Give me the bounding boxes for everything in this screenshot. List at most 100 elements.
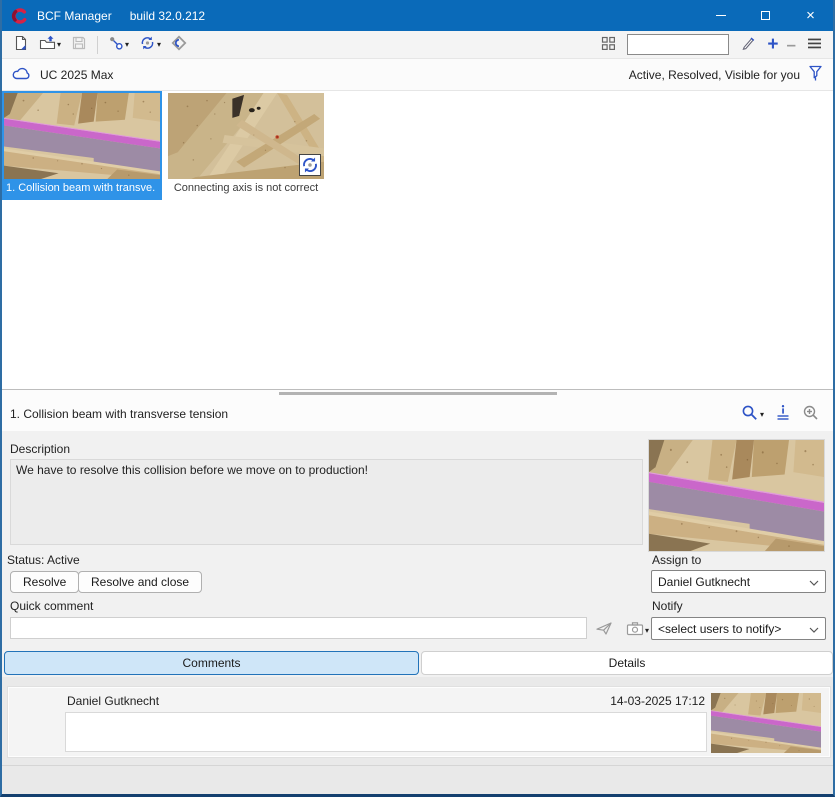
sync-rotate-icon	[139, 35, 156, 54]
topic-header: 1. Collision beam with transverse tensio…	[2, 397, 833, 431]
quick-comment-actions: ▾	[592, 619, 652, 641]
panel-splitter[interactable]	[2, 389, 833, 397]
tab-details[interactable]: Details	[421, 651, 833, 675]
toolbar-right-group: + –	[598, 33, 825, 56]
topic-thumbnail-list: 1. Collision beam with transve. Connecti…	[2, 91, 833, 389]
open-dropdown-icon[interactable]: ▾	[57, 40, 61, 49]
pencil-icon	[740, 35, 756, 54]
topic-header-icons: ▾	[740, 403, 821, 426]
app-title: BCF Manager	[37, 9, 112, 23]
window-controls: ×	[698, 0, 833, 31]
resolve-button[interactable]: Resolve	[10, 571, 79, 593]
quick-comment-input[interactable]	[10, 617, 587, 639]
tab-comments-label: Comments	[182, 656, 240, 670]
grid-view-icon	[601, 36, 616, 54]
save-icon	[71, 35, 87, 54]
comment-viewpoint-thumbnail[interactable]	[711, 693, 821, 753]
resolve-and-close-button[interactable]: Resolve and close	[78, 571, 202, 593]
open-bcf-button[interactable]: ▾	[36, 33, 64, 56]
topic-thumbnail-collision	[4, 93, 160, 179]
topic-item-collision[interactable]: 1. Collision beam with transve.	[4, 93, 160, 198]
filter-summary: Active, Resolved, Visible for you	[629, 68, 800, 82]
toolbar-separator	[97, 36, 98, 54]
zoom-button[interactable]	[801, 403, 821, 426]
funnel-icon	[808, 65, 823, 85]
magnifier-icon	[741, 404, 759, 425]
description-label: Description	[10, 442, 70, 456]
quick-comment-label: Quick comment	[10, 599, 93, 613]
screenshot-button[interactable]: ▾	[623, 619, 652, 641]
comment-author: Daniel Gutknecht	[67, 694, 159, 708]
new-document-icon	[13, 35, 29, 54]
camera-dropdown-icon[interactable]: ▾	[645, 626, 649, 635]
comment-item[interactable]: Daniel Gutknecht 14-03-2025 17:12	[8, 687, 830, 757]
save-bcf-button[interactable]	[68, 33, 90, 56]
camera-icon	[626, 621, 644, 639]
hamburger-menu-icon	[807, 37, 822, 53]
project-bar: UC 2025 Max Active, Resolved, Visible fo…	[2, 59, 833, 91]
topic-info-button[interactable]	[774, 403, 792, 425]
minimize-button[interactable]	[698, 0, 743, 31]
tab-comments[interactable]: Comments	[4, 651, 419, 675]
info-lines-icon	[775, 404, 791, 424]
notify-label: Notify	[652, 599, 683, 613]
clash-detection-button[interactable]	[168, 33, 190, 56]
assign-to-value: Daniel Gutknecht	[658, 575, 809, 589]
status-text: Status: Active	[7, 553, 80, 567]
file-toolbar-group: ▾	[10, 33, 90, 56]
add-topic-button[interactable]: +	[767, 38, 778, 52]
edit-topic-button[interactable]	[737, 33, 759, 56]
app-logo-icon	[11, 7, 29, 25]
new-bcf-button[interactable]	[10, 33, 32, 56]
diamond-target-icon	[171, 35, 187, 54]
chevron-down-icon	[809, 622, 819, 636]
close-button[interactable]: ×	[788, 0, 833, 31]
topic-detail-panel: Description We have to resolve this coll…	[2, 431, 833, 650]
chevron-down-icon	[809, 575, 819, 589]
connect-dropdown-icon[interactable]: ▾	[125, 40, 129, 49]
comments-panel: Daniel Gutknecht 14-03-2025 17:12	[2, 677, 833, 794]
connect-model-button[interactable]: ▾	[105, 33, 132, 56]
open-folder-icon	[39, 35, 56, 54]
assign-to-combobox[interactable]: Daniel Gutknecht	[651, 570, 826, 593]
comment-text[interactable]	[65, 712, 707, 752]
viewpoint-image[interactable]	[648, 439, 825, 552]
send-comment-button[interactable]	[592, 619, 616, 641]
notify-combobox[interactable]: <select users to notify>	[651, 617, 826, 640]
topic-caption: 1. Collision beam with transve.	[4, 179, 160, 198]
tab-details-label: Details	[609, 656, 646, 670]
send-plane-icon	[595, 621, 613, 639]
assign-to-label: Assign to	[652, 553, 701, 567]
viewpoint-sync-badge	[299, 154, 321, 176]
topic-caption: Connecting axis is not correct	[168, 179, 324, 198]
cloud-project-icon	[12, 66, 31, 83]
topic-title: 1. Collision beam with transverse tensio…	[10, 407, 228, 421]
project-name: UC 2025 Max	[40, 68, 113, 82]
splitter-grip[interactable]	[279, 392, 557, 395]
minimize-icon	[716, 15, 726, 16]
search-input[interactable]	[627, 34, 729, 55]
gallery-view-button[interactable]	[598, 34, 619, 56]
titlebar: BCF Manager build 32.0.212 ×	[2, 0, 833, 31]
find-in-model-button[interactable]: ▾	[740, 403, 765, 426]
description-text[interactable]: We have to resolve this collision before…	[10, 459, 643, 545]
maximize-button[interactable]	[743, 0, 788, 31]
topic-item-connecting-axis[interactable]: Connecting axis is not correct	[168, 93, 324, 198]
remove-topic-button[interactable]: –	[787, 38, 796, 52]
sync-viewpoint-button[interactable]: ▾	[136, 33, 164, 56]
bcf-manager-window: BCF Manager build 32.0.212 ×	[0, 0, 835, 797]
zoom-in-icon	[802, 404, 820, 425]
topic-thumbnail-truss	[168, 93, 324, 179]
magnifier-dropdown-icon[interactable]: ▾	[760, 410, 764, 419]
filter-button[interactable]	[808, 65, 823, 85]
build-version: build 32.0.212	[130, 9, 205, 23]
menu-button[interactable]	[804, 35, 825, 55]
model-toolbar-group: ▾ ▾	[105, 33, 190, 56]
notify-value: <select users to notify>	[658, 622, 809, 636]
comment-timestamp: 14-03-2025 17:12	[610, 694, 705, 708]
link-nodes-icon	[108, 35, 124, 54]
comments-divider	[2, 765, 833, 766]
close-icon: ×	[806, 7, 815, 24]
maximize-icon	[761, 11, 770, 20]
sync-dropdown-icon[interactable]: ▾	[157, 40, 161, 49]
